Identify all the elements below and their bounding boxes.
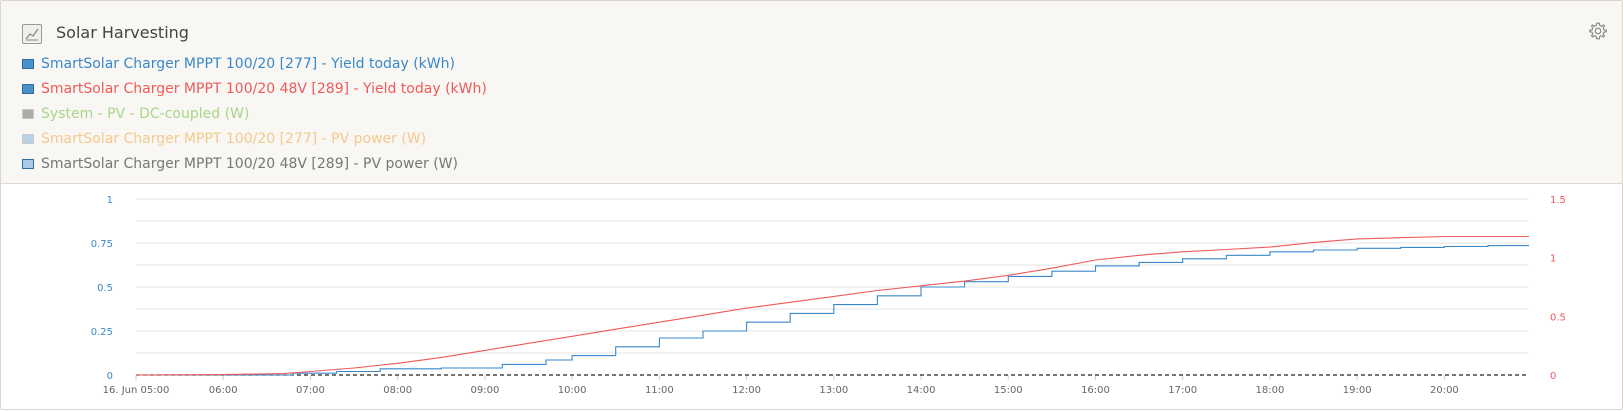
solar-harvesting-widget: Solar Harvesting SmartSolar Charger MPPT… (0, 0, 1623, 410)
x-tick-label: 08:00 (383, 385, 412, 396)
chart-canvas[interactable]: 0 0.25 0.5 0.75 1 0 0.5 1 1.5 16. Jun 05:00 06:00 0… (1, 184, 1621, 408)
y-right-tick-label: 0 (1550, 371, 1556, 382)
legend-swatch (22, 83, 34, 94)
y-left-tick-label: 0.25 (91, 327, 113, 338)
legend-label: SmartSolar Charger MPPT 100/20 48V [289]… (41, 155, 458, 172)
x-tick-label: 16. Jun 05:00 (103, 385, 170, 396)
x-tick-label: 19:00 (1343, 385, 1372, 396)
legend-item-yield-289[interactable]: SmartSolar Charger MPPT 100/20 48V [289]… (22, 76, 487, 101)
x-tick-label: 12:00 (732, 385, 761, 396)
y-right-tick-label: 1.5 (1550, 195, 1566, 206)
series-line-yield-289 (135, 235, 1529, 376)
y-right-tick-label: 0.5 (1550, 312, 1566, 323)
line-chart-icon (22, 24, 42, 44)
y-left-tick-label: 0 (107, 371, 113, 382)
legend-item-pv-power-277[interactable]: SmartSolar Charger MPPT 100/20 [277] - P… (22, 126, 487, 151)
x-tick-label: 18:00 (1256, 385, 1285, 396)
legend-swatch (22, 108, 34, 119)
x-tick-label: 16:00 (1081, 385, 1110, 396)
y-left-tick-label: 1 (107, 195, 113, 206)
x-tick-label: 09:00 (470, 385, 499, 396)
legend-label: SmartSolar Charger MPPT 100/20 48V [289]… (41, 80, 487, 97)
widget-header: Solar Harvesting SmartSolar Charger MPPT… (1, 1, 1622, 184)
y-left-tick-label: 0.75 (91, 239, 113, 250)
legend-label: SmartSolar Charger MPPT 100/20 [277] - P… (41, 130, 427, 147)
x-tick-label: 15:00 (994, 385, 1023, 396)
x-tick-label: 14:00 (907, 385, 936, 396)
legend-item-system-pv[interactable]: System - PV - DC-coupled (W) (22, 101, 487, 126)
chart-legend: SmartSolar Charger MPPT 100/20 [277] - Y… (22, 51, 487, 176)
widget-title: Solar Harvesting (56, 23, 189, 42)
legend-item-pv-power-289[interactable]: SmartSolar Charger MPPT 100/20 48V [289]… (22, 151, 487, 176)
x-tick-label: 13:00 (819, 385, 848, 396)
legend-swatch (22, 158, 34, 169)
x-tick-label: 20:00 (1430, 385, 1459, 396)
x-tick-label: 06:00 (209, 385, 238, 396)
legend-swatch (22, 133, 34, 144)
y-right-tick-label: 1 (1550, 254, 1556, 265)
x-tick-label: 07:00 (296, 385, 325, 396)
gear-icon[interactable] (1587, 20, 1609, 42)
y-left-tick-label: 0.5 (97, 283, 113, 294)
x-tick-label: 17:00 (1168, 385, 1197, 396)
x-tick-label: 10:00 (558, 385, 587, 396)
legend-label: System - PV - DC-coupled (W) (41, 105, 250, 122)
legend-swatch (22, 58, 34, 69)
x-tick-label: 11:00 (645, 385, 674, 396)
yield-line-chart[interactable]: 0 0.25 0.5 0.75 1 0 0.5 1 1.5 16. Jun 05:00 06:00 0… (1, 184, 1621, 412)
legend-item-yield-277[interactable]: SmartSolar Charger MPPT 100/20 [277] - Y… (22, 51, 487, 76)
legend-label: SmartSolar Charger MPPT 100/20 [277] - Y… (41, 55, 455, 72)
